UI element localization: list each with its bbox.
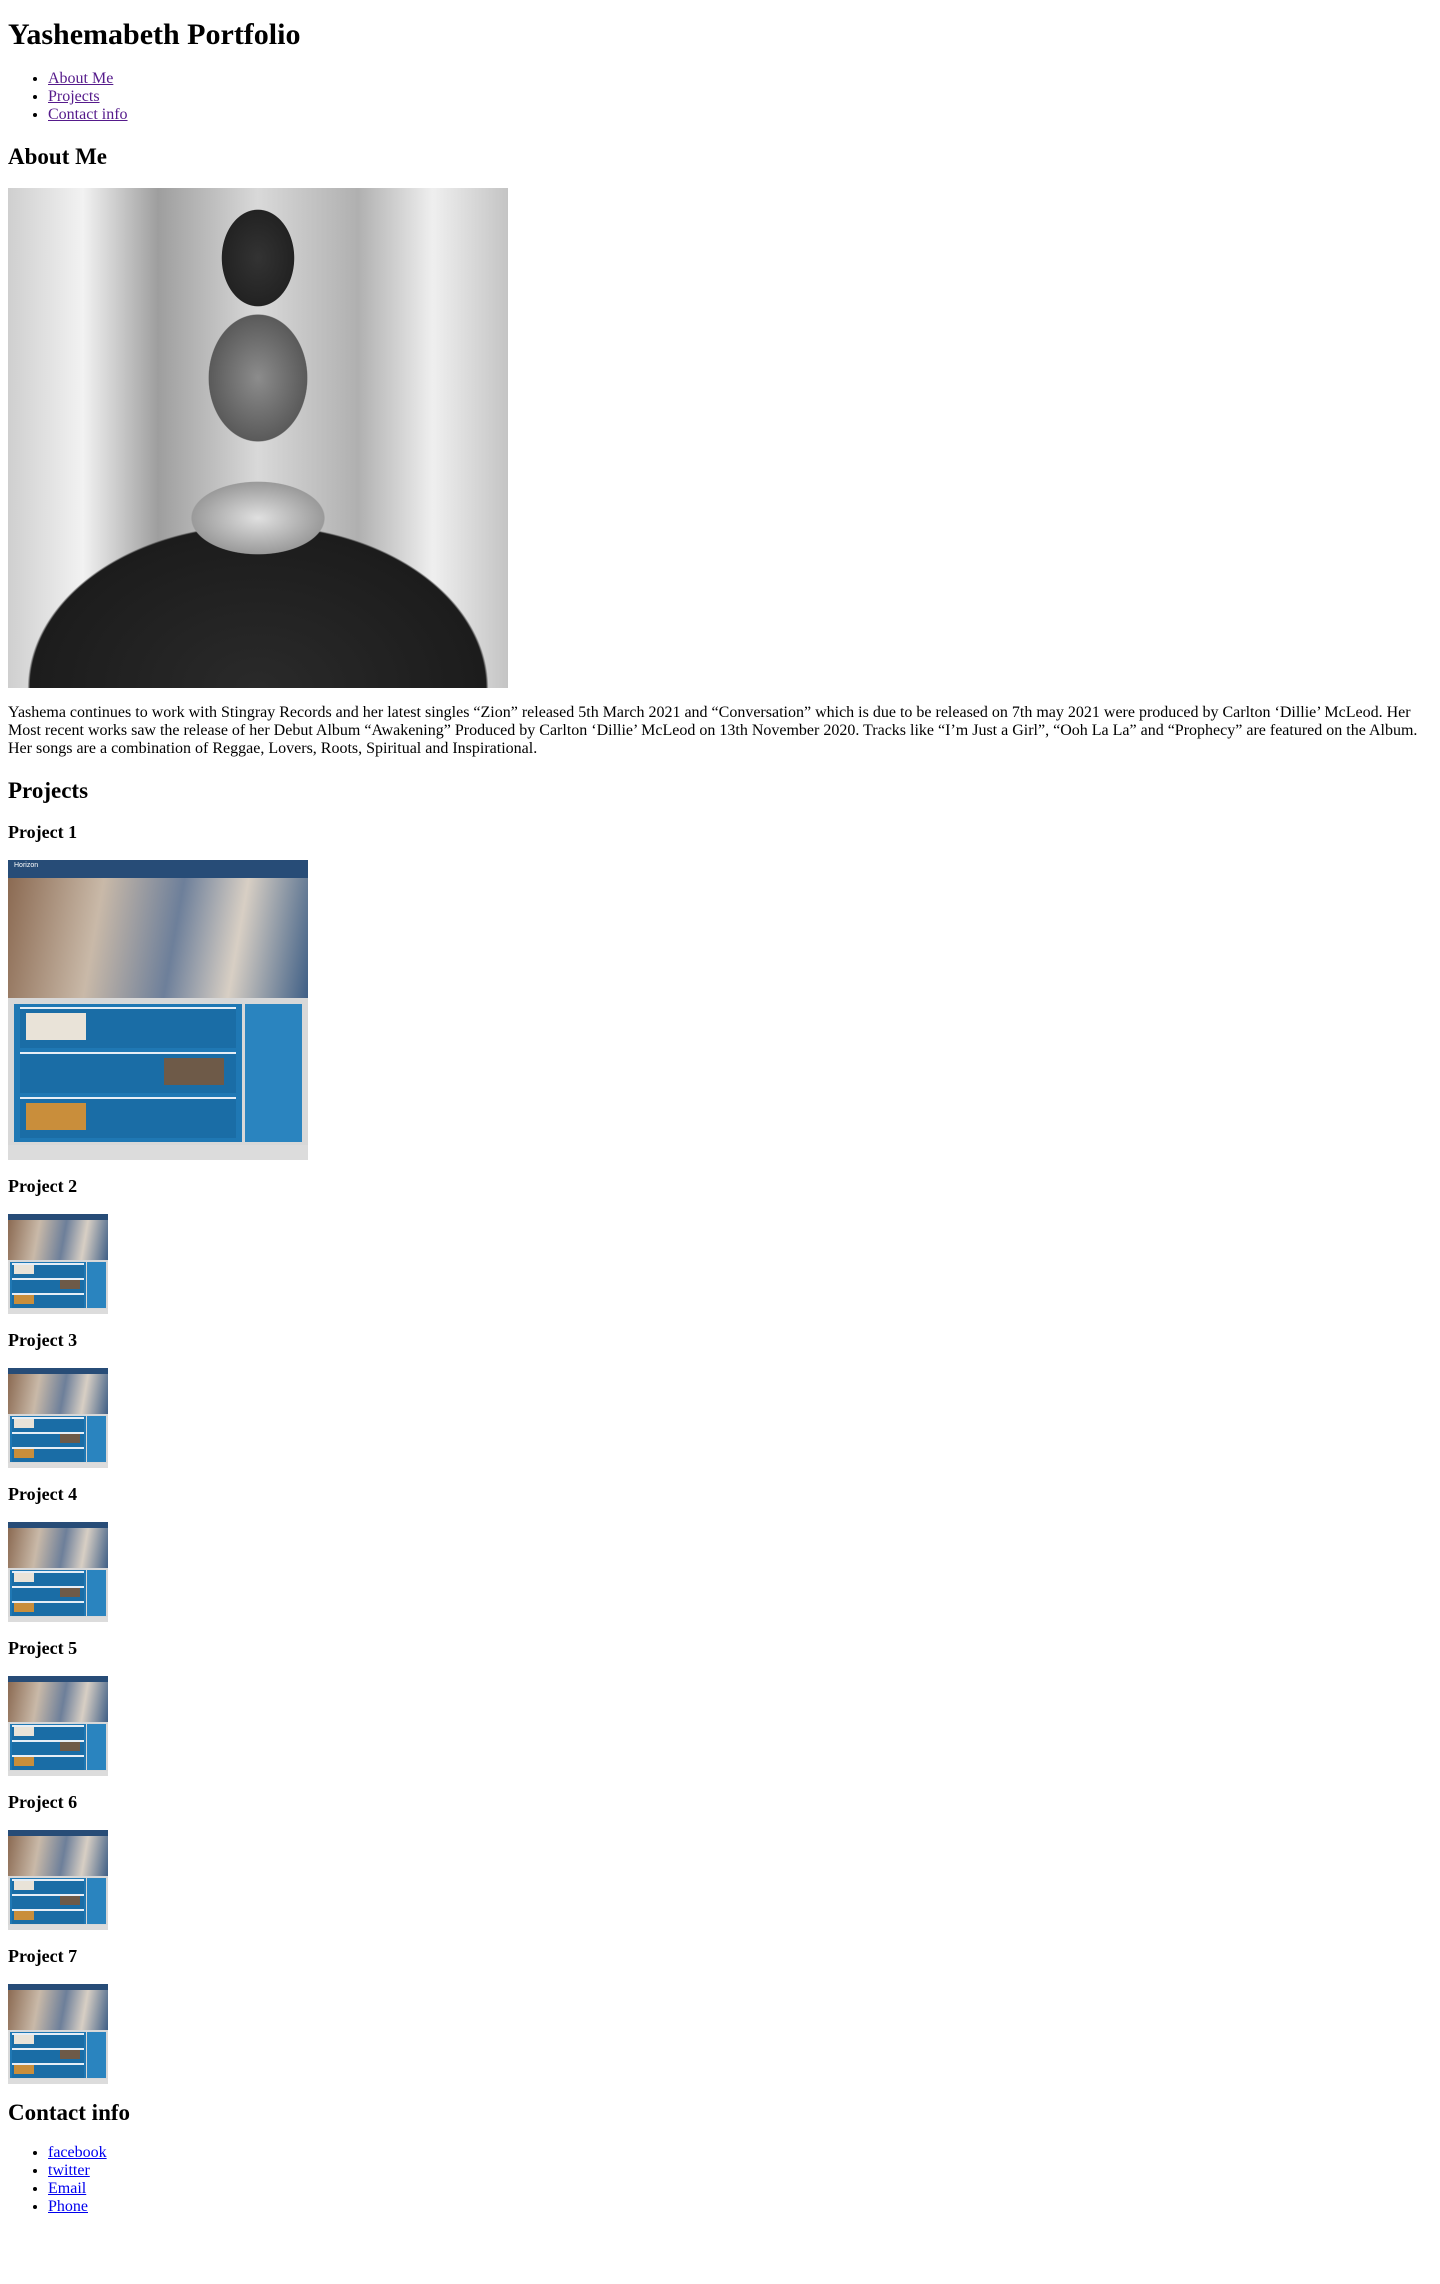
project-title: Project 1 (8, 822, 78, 842)
contact-section: Contact info facebook twitter Email Phon… (8, 2100, 1432, 2216)
portrait-photo (8, 188, 508, 688)
main-nav: About Me Projects Contact info (8, 70, 1432, 124)
project-screenshot (8, 1214, 108, 1314)
nav-link-about[interactable]: About Me (48, 70, 113, 87)
project-title: Project 3 (8, 1330, 78, 1350)
project-title: Project 5 (8, 1638, 78, 1658)
contact-item-facebook: facebook (48, 2144, 1432, 2162)
project-screenshot (8, 1522, 108, 1622)
project-screenshot (8, 1984, 108, 2084)
contact-heading: Contact info (8, 2100, 131, 2125)
nav-item-about: About Me (48, 70, 1432, 88)
site-title: Yashemabeth Portfolio (8, 18, 301, 51)
about-section: About Me Yashema continues to work with … (8, 144, 1432, 758)
projects-section: Projects Project 1 Horizon Project 2 Pro… (8, 778, 1432, 2084)
project-screenshot (8, 1830, 108, 1930)
projects-heading: Projects (8, 778, 89, 803)
nav-item-contact: Contact info (48, 106, 1432, 124)
project-screenshot (8, 1676, 108, 1776)
project-title: Project 2 (8, 1176, 78, 1196)
project-title: Project 6 (8, 1792, 78, 1812)
email-link[interactable]: Email (48, 2180, 86, 2197)
contact-links: facebook twitter Email Phone (8, 2144, 1432, 2216)
twitter-link[interactable]: twitter (48, 2162, 90, 2179)
about-heading: About Me (8, 144, 108, 169)
phone-link[interactable]: Phone (48, 2198, 88, 2215)
project-title: Project 4 (8, 1484, 78, 1504)
project-screenshot: Horizon (8, 860, 308, 1160)
project-brand: Horizon (14, 862, 39, 869)
page: Yashemabeth Portfolio About Me Projects … (0, 0, 1440, 2244)
nav-item-projects: Projects (48, 88, 1432, 106)
project-title: Project 7 (8, 1946, 78, 1966)
nav-link-projects[interactable]: Projects (48, 88, 100, 105)
contact-item-email: Email (48, 2180, 1432, 2198)
facebook-link[interactable]: facebook (48, 2144, 107, 2161)
project-screenshot (8, 1368, 108, 1468)
contact-item-twitter: twitter (48, 2162, 1432, 2180)
contact-item-phone: Phone (48, 2198, 1432, 2216)
nav-link-contact[interactable]: Contact info (48, 106, 128, 123)
about-bio: Yashema continues to work with Stingray … (8, 704, 1418, 757)
